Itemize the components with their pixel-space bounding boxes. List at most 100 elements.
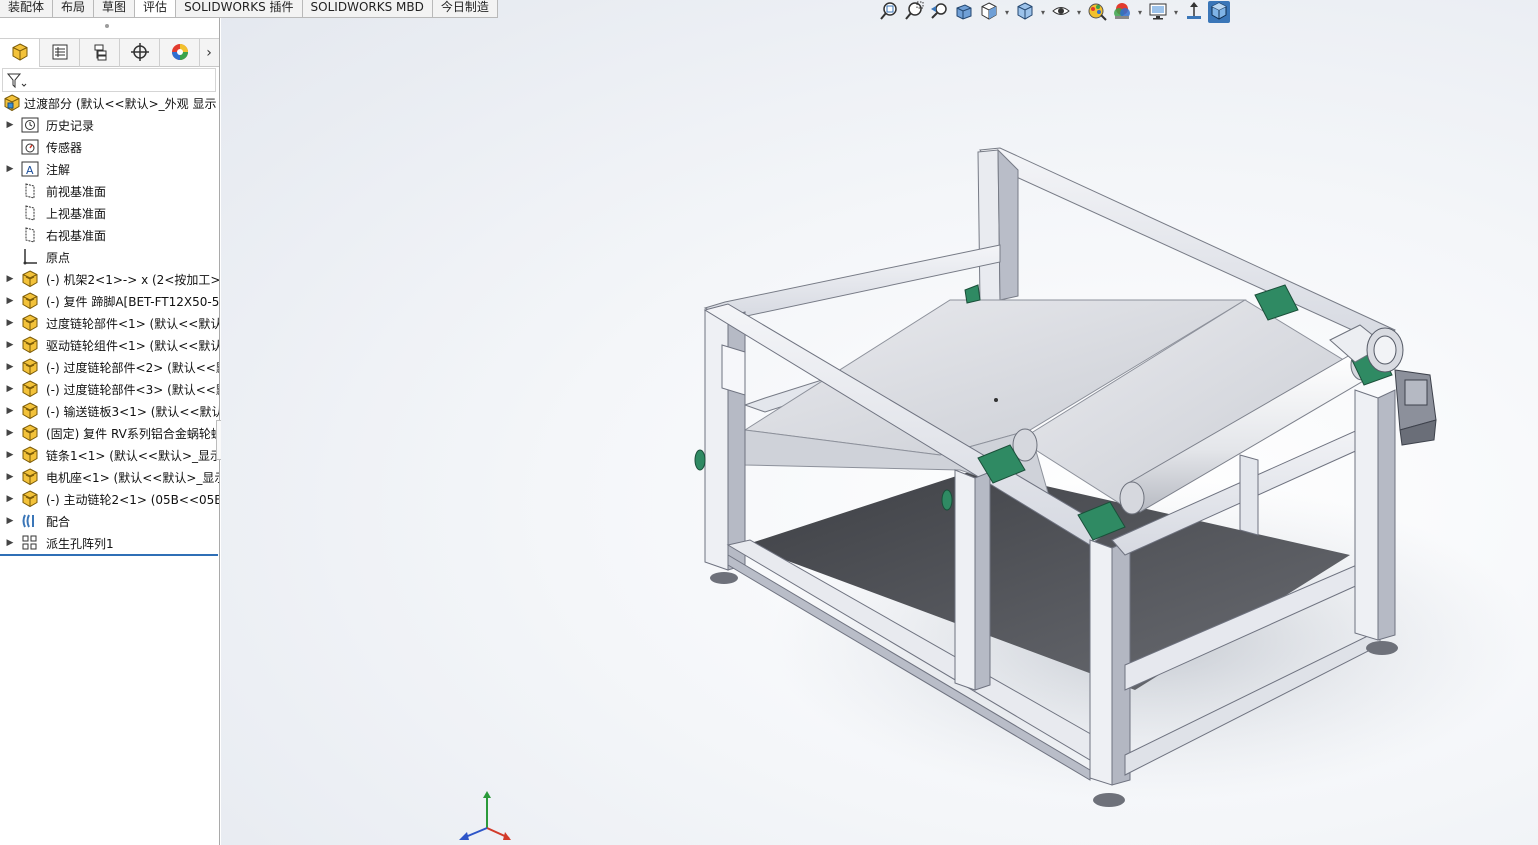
tree-item[interactable]: ▶ (-) 复件 蹄脚A[BET-FT12X50-5 bbox=[0, 290, 219, 312]
tree-item[interactable]: 原点 bbox=[0, 246, 219, 268]
frame-back-post-left bbox=[977, 149, 1001, 303]
plane-icon bbox=[20, 226, 40, 244]
feature-manager-panel: › 过渡部分 (默认<<默认>_外观 显示 ▶ 历史记录 传感器 ▶ A 注解 前视基准面上… bbox=[0, 18, 220, 845]
rotate-view-icon bbox=[1184, 1, 1204, 24]
tree-item[interactable]: 上视基准面 bbox=[0, 202, 219, 224]
tree-item[interactable]: ▶ (-) 过度链轮部件<2> (默认<<默 bbox=[0, 356, 219, 378]
graphics-area[interactable] bbox=[221, 0, 1538, 845]
zoom-to-area-button[interactable] bbox=[903, 1, 925, 23]
expand-arrow-icon[interactable]: ▶ bbox=[0, 384, 20, 394]
section-view-button[interactable] bbox=[953, 1, 975, 23]
tree-item-label: 右视基准面 bbox=[46, 228, 107, 243]
tab-sketch[interactable]: 草图 bbox=[94, 0, 136, 18]
edit-appearance-button[interactable] bbox=[1086, 1, 1108, 23]
frame-back-post-left-side bbox=[997, 148, 1019, 301]
tree-item-label: (固定) 复件 RV系列铝合金蜗轮蜗 bbox=[46, 426, 219, 441]
expand-arrow-icon[interactable]: ▶ bbox=[0, 340, 20, 350]
svg-text:A: A bbox=[26, 164, 34, 177]
tree-item[interactable]: ▶ (固定) 复件 RV系列铝合金蜗轮蜗 bbox=[0, 422, 219, 444]
mates-icon bbox=[20, 512, 40, 530]
display-style-button[interactable] bbox=[1014, 1, 1036, 23]
frame-mid-post-side bbox=[974, 471, 991, 691]
tree-item-label: 过度链轮部件<1> (默认<<默认 bbox=[46, 316, 219, 331]
expand-arrow-icon[interactable]: ▶ bbox=[0, 538, 20, 548]
zoom-to-fit-button[interactable] bbox=[878, 1, 900, 23]
frame-back-right-post-side bbox=[1377, 389, 1396, 641]
tree-item[interactable]: ▶ 历史记录 bbox=[0, 114, 219, 136]
tree-root-assembly[interactable]: 过渡部分 (默认<<默认>_外观 显示 bbox=[0, 92, 219, 114]
configuration-manager-tab[interactable] bbox=[80, 39, 120, 67]
expand-arrow-icon[interactable]: ▶ bbox=[0, 450, 20, 460]
display-style-dropdown[interactable]: ▾ bbox=[1039, 8, 1047, 17]
tree-item[interactable]: 右视基准面 bbox=[0, 224, 219, 246]
tree-item[interactable]: ▶ (-) 机架2<1>-> x (2<按加工>- bbox=[0, 268, 219, 290]
tree-item[interactable]: ▶ 过度链轮部件<1> (默认<<默认 bbox=[0, 312, 219, 334]
frame-front-right-post-side bbox=[1111, 539, 1131, 786]
subassembly-icon bbox=[20, 292, 40, 310]
heads-up-view-toolbar: ▾ ▾ ▾ ▾ ▾ bbox=[878, 0, 1230, 24]
isometric-cube-button[interactable] bbox=[1208, 1, 1230, 23]
expand-arrow-icon[interactable]: ▶ bbox=[0, 296, 20, 306]
tree-filter[interactable] bbox=[2, 68, 216, 92]
head-roller-end bbox=[1119, 481, 1145, 515]
subassembly-icon bbox=[20, 468, 40, 486]
conveyor-assembly-model[interactable] bbox=[221, 0, 1538, 845]
tree-item[interactable]: ▶ (-) 主动链轮2<1> (05B<<05B bbox=[0, 488, 219, 510]
expand-arrow-icon[interactable]: ▶ bbox=[0, 494, 20, 504]
apply-scene-button[interactable] bbox=[1111, 1, 1133, 23]
tree-item-label: 电机座<1> (默认<<默认>_显示 bbox=[46, 470, 219, 485]
tree-item[interactable]: ▶ 链条1<1> (默认<<默认>_显示 bbox=[0, 444, 219, 466]
panel-grip[interactable] bbox=[105, 24, 109, 28]
expand-arrow-icon[interactable]: ▶ bbox=[0, 274, 20, 284]
configuration-manager-icon bbox=[90, 42, 110, 65]
expand-arrow-icon[interactable]: ▶ bbox=[0, 516, 20, 526]
tab-assembly[interactable]: 装配体 bbox=[0, 0, 54, 18]
view-settings-dropdown[interactable]: ▾ bbox=[1172, 8, 1180, 17]
tab-solidworks-mbd[interactable]: SOLIDWORKS MBD bbox=[302, 0, 433, 18]
hide-show-items-button[interactable] bbox=[1050, 1, 1072, 23]
tree-item-label: 原点 bbox=[46, 250, 71, 265]
tree-item[interactable]: ▶ 配合 bbox=[0, 510, 219, 532]
tab-solidworks-addins[interactable]: SOLIDWORKS 插件 bbox=[176, 0, 303, 18]
tab-manufacture-today[interactable]: 今日制造 bbox=[432, 0, 498, 18]
tree-item[interactable]: ▶ 驱动链轮组件<1> (默认<<默认 bbox=[0, 334, 219, 356]
tree-item-label: 派生孔阵列1 bbox=[46, 536, 114, 551]
view-orientation-dropdown[interactable]: ▾ bbox=[1003, 8, 1011, 17]
view-orientation-button[interactable] bbox=[978, 1, 1000, 23]
chevron-right-icon[interactable]: › bbox=[200, 39, 218, 67]
apply-scene-dropdown[interactable]: ▾ bbox=[1136, 8, 1144, 17]
dimxpert-manager-tab[interactable] bbox=[120, 39, 160, 67]
tree-item-label: (-) 主动链轮2<1> (05B<<05B bbox=[46, 492, 219, 507]
panel-tabs: › bbox=[0, 38, 219, 67]
zoom-to-fit-icon bbox=[879, 1, 899, 24]
plane-icon bbox=[20, 182, 40, 200]
expand-arrow-icon[interactable]: ▶ bbox=[0, 120, 20, 130]
expand-arrow-icon[interactable]: ▶ bbox=[0, 164, 20, 174]
expand-arrow-icon[interactable]: ▶ bbox=[0, 428, 20, 438]
feature-tree: 过渡部分 (默认<<默认>_外观 显示 ▶ 历史记录 传感器 ▶ A 注解 前视基准面 上视基… bbox=[0, 92, 219, 554]
hide-show-items-dropdown[interactable]: ▾ bbox=[1075, 8, 1083, 17]
expand-arrow-icon[interactable]: ▶ bbox=[0, 362, 20, 372]
tree-item[interactable]: ▶ 派生孔阵列1 bbox=[0, 532, 219, 554]
tree-item[interactable]: ▶ 电机座<1> (默认<<默认>_显示 bbox=[0, 466, 219, 488]
tree-item-label: 上视基准面 bbox=[46, 206, 107, 221]
frame-front-right-post bbox=[1089, 539, 1113, 786]
expand-arrow-icon[interactable]: ▶ bbox=[0, 472, 20, 482]
tree-item[interactable]: ▶ A 注解 bbox=[0, 158, 219, 180]
frame-inner-post bbox=[1239, 454, 1259, 536]
expand-arrow-icon[interactable]: ▶ bbox=[0, 406, 20, 416]
subassembly-icon bbox=[20, 270, 40, 288]
view-settings-button[interactable] bbox=[1147, 1, 1169, 23]
feature-manager-tab[interactable] bbox=[0, 39, 40, 67]
display-manager-tab[interactable] bbox=[160, 39, 200, 67]
tree-item[interactable]: ▶ (-) 输送链板3<1> (默认<<默认 bbox=[0, 400, 219, 422]
tree-item[interactable]: ▶ (-) 过度链轮部件<3> (默认<<默 bbox=[0, 378, 219, 400]
tree-item[interactable]: 前视基准面 bbox=[0, 180, 219, 202]
tab-evaluate[interactable]: 评估 bbox=[135, 0, 177, 18]
tree-item[interactable]: 传感器 bbox=[0, 136, 219, 158]
rotate-view-button[interactable] bbox=[1183, 1, 1205, 23]
tab-layout[interactable]: 布局 bbox=[53, 0, 95, 18]
property-manager-tab[interactable] bbox=[40, 39, 80, 67]
expand-arrow-icon[interactable]: ▶ bbox=[0, 318, 20, 328]
previous-view-button[interactable] bbox=[928, 1, 950, 23]
